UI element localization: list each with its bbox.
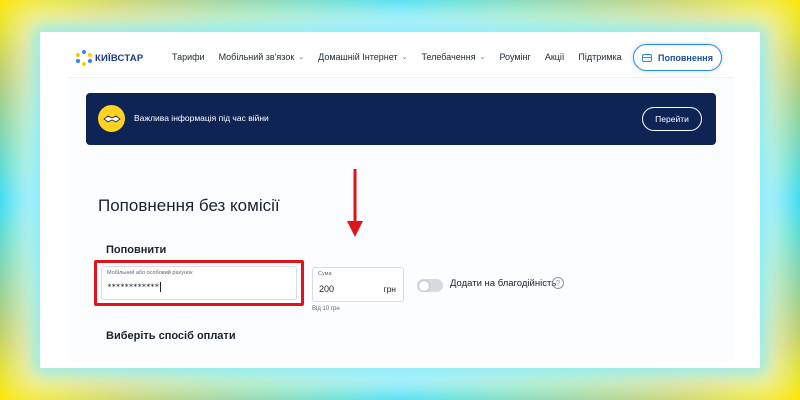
nav-item-roaming[interactable]: Роумінг <box>499 52 530 62</box>
charity-toggle-label: Додати на благодійність <box>450 278 557 289</box>
kyivstar-logo[interactable]: КИЇВСТАР <box>76 50 143 66</box>
help-icon[interactable]: ? <box>552 277 564 289</box>
star-logo-icon <box>76 50 92 66</box>
war-info-banner: Важлива інформація під час війни Перейти <box>86 93 716 145</box>
account-field-value: ************ <box>107 282 161 292</box>
nav-item-label: Тарифи <box>172 52 205 62</box>
nav-item-label: Домашній Інтернет <box>318 52 398 62</box>
topup-button-label: Поповнення <box>658 52 713 63</box>
sum-field-value: 200 <box>319 284 335 294</box>
sum-field-label: Сума <box>318 271 332 277</box>
nav-item-label: Роумінг <box>499 52 531 62</box>
chevron-down-icon: ⌄ <box>479 54 486 61</box>
card-icon <box>642 53 652 62</box>
nav-item-support[interactable]: Підтримка <box>578 52 621 62</box>
nav-item-home-internet[interactable]: Домашній Інтернет ⌄ <box>318 52 407 62</box>
account-field-highlight: Мобільний або особовий рахунок *********… <box>94 260 304 306</box>
page-title: Поповнення без комісії <box>98 196 280 215</box>
topup-button[interactable]: Поповнення <box>633 44 722 71</box>
toggle-knob <box>418 280 429 291</box>
nav-item-label: Підтримка <box>578 52 622 62</box>
banner-go-button[interactable]: Перейти <box>642 107 702 131</box>
nav-item-promotions[interactable]: Акції <box>545 52 565 62</box>
page: КИЇВСТАР Тарифи Мобільний зв'язок ⌄ Дома… <box>68 38 734 362</box>
site-header: КИЇВСТАР Тарифи Мобільний зв'язок ⌄ Дома… <box>68 38 734 78</box>
account-input[interactable]: Мобільний або особовий рахунок *********… <box>101 266 297 300</box>
banner-text: Важлива інформація під час війни <box>134 113 269 123</box>
account-field-label: Мобільний або особовий рахунок <box>107 270 193 276</box>
nav-item-label: Телебачення <box>421 52 476 62</box>
main-nav: Тарифи Мобільний зв'язок ⌄ Домашній Інте… <box>172 52 622 62</box>
red-arrow-annotation <box>347 169 363 237</box>
nav-item-label: Мобільний зв'язок <box>218 52 295 62</box>
payment-method-title: Виберіть спосіб оплати <box>106 330 236 342</box>
nav-item-mobile[interactable]: Мобільний зв'язок ⌄ <box>219 52 305 62</box>
chevron-down-icon: ⌄ <box>298 54 305 61</box>
sum-hint: Від 10 грн <box>312 306 340 312</box>
topup-section-title: Поповнити <box>106 244 167 256</box>
sum-input[interactable]: Сума 200 грн <box>312 267 404 302</box>
charity-toggle[interactable] <box>417 279 443 292</box>
browser-frame: КИЇВСТАР Тарифи Мобільний зв'язок ⌄ Дома… <box>40 32 760 368</box>
nav-item-tv[interactable]: Телебачення ⌄ <box>421 52 485 62</box>
nav-item-label: Акції <box>544 52 565 62</box>
logo-text: КИЇВСТАР <box>95 52 144 64</box>
sum-field-unit: грн <box>383 284 396 294</box>
chevron-down-icon: ⌄ <box>401 54 408 61</box>
handshake-icon <box>98 105 125 132</box>
nav-item-tariffs[interactable]: Тарифи <box>172 52 205 62</box>
